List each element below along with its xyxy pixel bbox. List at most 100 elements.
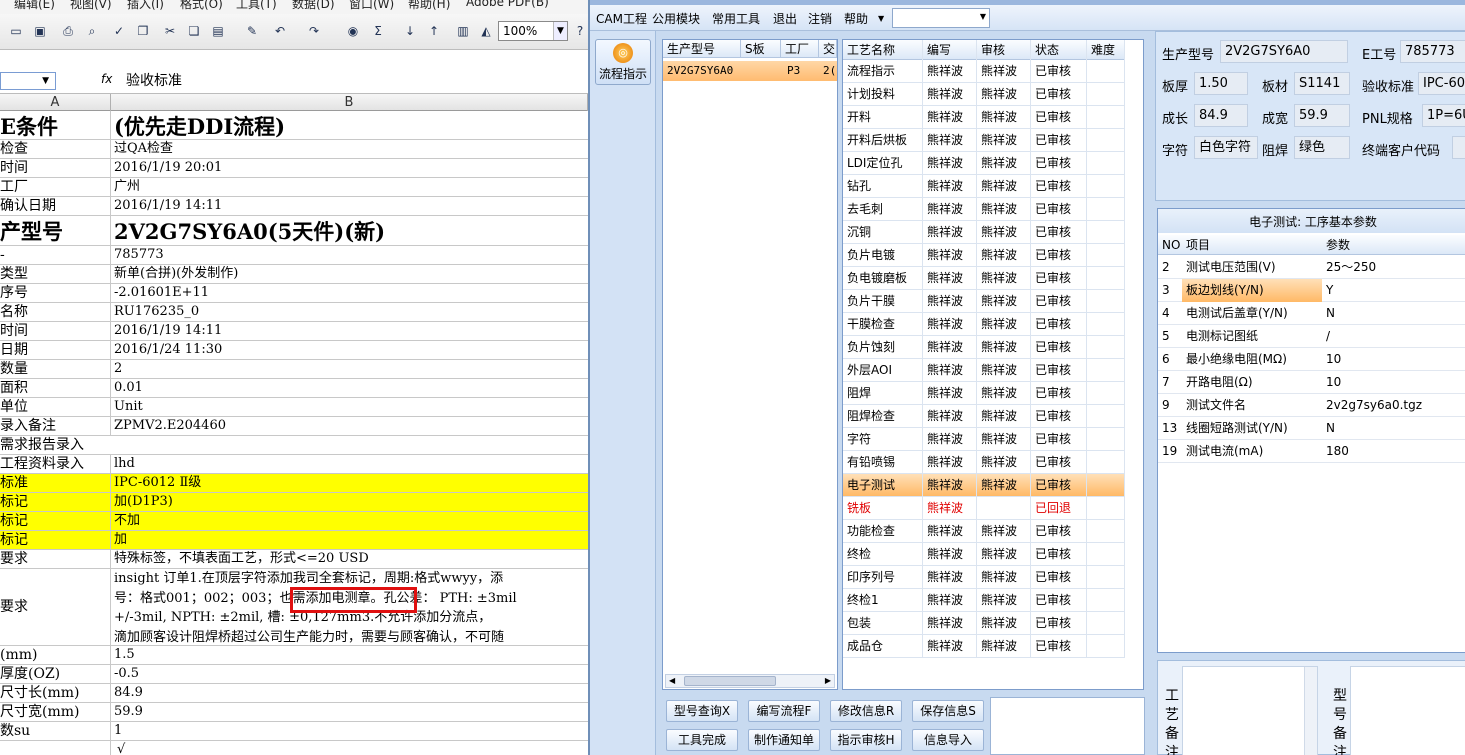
menu-help[interactable]: 帮助(H)	[408, 0, 450, 12]
table-row[interactable]: 开料 熊祥波 熊祥波 已审核	[843, 106, 1125, 129]
menu-format[interactable]: 格式(O)	[180, 0, 223, 12]
table-row[interactable]: 有铅喷锡 熊祥波 熊祥波 已审核	[843, 451, 1125, 474]
table-row[interactable]: 负片蚀刻 熊祥波 熊祥波 已审核	[843, 336, 1125, 359]
menu-logout[interactable]: 注销	[808, 10, 832, 27]
customer-code-value[interactable]	[1452, 136, 1465, 159]
cell-b[interactable]: 广州	[111, 178, 588, 196]
cell-a[interactable]: 要求	[0, 569, 111, 645]
menu-tools[interactable]: 工具(T)	[236, 0, 277, 12]
cell-b[interactable]: 特殊标签，不填表面工艺，形式<=20 USD	[111, 550, 588, 568]
menu-cam-engineering[interactable]: CAM工程	[596, 10, 647, 27]
scroll-left-icon[interactable]: ◀	[669, 675, 675, 687]
cell-a[interactable]	[0, 741, 111, 755]
process-header-cell[interactable]: 难度	[1087, 40, 1125, 60]
width-value[interactable]: 59.9	[1294, 104, 1350, 127]
menu-combo-box[interactable]: ▼	[892, 8, 990, 28]
print-icon[interactable]: ⎙	[60, 22, 76, 40]
cell-b[interactable]: lhd	[111, 455, 588, 473]
menu-adobe-pdf[interactable]: Adobe PDF(B)	[466, 0, 549, 9]
cell-b[interactable]: 不加	[111, 512, 588, 530]
undo-icon[interactable]: ↶	[272, 22, 288, 40]
table-row[interactable]: 13 线圈短路测试(Y/N) N	[1158, 417, 1465, 440]
cell-a[interactable]: 录入备注	[0, 417, 111, 435]
cell-a[interactable]: 尺寸长(mm)	[0, 684, 111, 702]
table-row[interactable]: 6 最小绝缘电阻(MΩ) 10	[1158, 348, 1465, 371]
cell-b[interactable]: IPC-6012 Ⅱ级	[111, 474, 588, 492]
table-row[interactable]: 9 测试文件名 2v2g7sy6a0.tgz	[1158, 394, 1465, 417]
cell-b[interactable]: -0.5	[111, 665, 588, 683]
spellcheck-icon[interactable]: ✓	[111, 22, 127, 40]
save-icon[interactable]: ▣	[32, 22, 48, 40]
redo-icon[interactable]: ↷	[306, 22, 322, 40]
cell-a[interactable]: 标记	[0, 493, 111, 511]
chevron-down-icon[interactable]: ▼	[878, 14, 884, 23]
menu-view[interactable]: 视图(V)	[70, 0, 112, 12]
scroll-right-icon[interactable]: ▶	[825, 675, 831, 687]
table-row[interactable]: 成品仓 熊祥波 熊祥波 已审核	[843, 635, 1125, 658]
table-row[interactable]: 沉铜 熊祥波 熊祥波 已审核	[843, 221, 1125, 244]
cell-a[interactable]: 检查	[0, 140, 111, 158]
process-header-cell[interactable]: 工艺名称	[843, 40, 923, 60]
product-header-model[interactable]: 生产型号	[663, 40, 741, 58]
hyperlink-icon[interactable]: ◉	[345, 22, 361, 40]
table-row[interactable]: 19 测试电流(mA) 180	[1158, 440, 1465, 463]
save-info-button[interactable]: 保存信息S	[912, 700, 984, 722]
cell-a[interactable]: 名称	[0, 303, 111, 321]
cell-a[interactable]: 产型号	[0, 216, 111, 245]
new-doc-icon[interactable]: ▭	[8, 22, 24, 40]
drawing-icon[interactable]: ◭	[478, 22, 494, 40]
menu-exit[interactable]: 退出	[773, 10, 797, 27]
table-row[interactable]: 功能检查 熊祥波 熊祥波 已审核	[843, 520, 1125, 543]
process-header-cell[interactable]: 编写	[923, 40, 977, 60]
note-scrollbar[interactable]	[1304, 667, 1317, 755]
list-item[interactable]: 2V2G7SY6A0 P3 2(	[663, 61, 837, 81]
table-row[interactable]: 终检 熊祥波 熊祥波 已审核	[843, 543, 1125, 566]
cell-a[interactable]: (mm)	[0, 646, 111, 664]
import-info-button[interactable]: 信息导入	[912, 729, 984, 751]
cell-a[interactable]: 标准	[0, 474, 111, 492]
cell-b[interactable]: 2016/1/24 11:30	[111, 341, 588, 359]
menu-window[interactable]: 窗口(W)	[349, 0, 394, 12]
horizontal-scrollbar[interactable]: ◀ ▶	[665, 674, 835, 688]
review-button[interactable]: 指示审核H	[830, 729, 902, 751]
cell-b[interactable]: 加	[111, 531, 588, 549]
table-row[interactable]: 去毛刺 熊祥波 熊祥波 已审核	[843, 198, 1125, 221]
cell-b[interactable]: 2V2G7SY6A0(5天件)(新)	[111, 216, 588, 245]
mask-value[interactable]: 绿色	[1294, 136, 1350, 159]
model-note-field[interactable]	[1350, 666, 1465, 755]
cell-a[interactable]: 确认日期	[0, 197, 111, 215]
cell-a[interactable]: 尺寸宽(mm)	[0, 703, 111, 721]
sort-asc-icon[interactable]: ↓	[402, 22, 418, 40]
cell-a[interactable]: 日期	[0, 341, 111, 359]
pnl-value[interactable]: 1P=6U	[1422, 104, 1465, 127]
cell-b[interactable]: 2	[111, 360, 588, 378]
help-icon[interactable]: ?	[572, 22, 588, 40]
product-value[interactable]: 2V2G7SY6A0	[1220, 40, 1348, 63]
cell-a[interactable]: 序号	[0, 284, 111, 302]
edit-flow-button[interactable]: 编写流程F	[748, 700, 820, 722]
paste-icon[interactable]: ▤	[210, 22, 226, 40]
column-header-b[interactable]: B	[111, 94, 588, 111]
cell-a[interactable]: 时间	[0, 159, 111, 177]
menu-edit[interactable]: 编辑(E)	[14, 0, 55, 12]
cell-a[interactable]: 工程资料录入	[0, 455, 111, 473]
table-row[interactable]: 开料后烘板 熊祥波 熊祥波 已审核	[843, 129, 1125, 152]
cell-a[interactable]: 标记	[0, 531, 111, 549]
menu-common-tools[interactable]: 常用工具	[712, 10, 760, 27]
table-row[interactable]: 钻孔 熊祥波 熊祥波 已审核	[843, 175, 1125, 198]
eno-value[interactable]: 785773	[1400, 40, 1465, 63]
cell-b[interactable]: (优先走DDI流程)	[111, 111, 588, 139]
cell-b[interactable]: -2.01601E+11	[111, 284, 588, 302]
process-header-cell[interactable]: 状态	[1031, 40, 1087, 60]
thickness-value[interactable]: 1.50	[1194, 72, 1248, 95]
cell-a[interactable]: 厚度(OZ)	[0, 665, 111, 683]
cell-b[interactable]: 0.01	[111, 379, 588, 397]
cell-b[interactable]: ZPMV2.E204460	[111, 417, 588, 435]
cell-a[interactable]: 类型	[0, 265, 111, 283]
cut-icon[interactable]: ✂	[162, 22, 178, 40]
make-notice-button[interactable]: 制作通知单	[748, 729, 820, 751]
print-preview-icon[interactable]: ⌕	[84, 22, 100, 40]
product-header-due[interactable]: 交	[819, 40, 837, 58]
research-icon[interactable]: ❐	[135, 22, 151, 40]
cell-a[interactable]: 数su	[0, 722, 111, 740]
